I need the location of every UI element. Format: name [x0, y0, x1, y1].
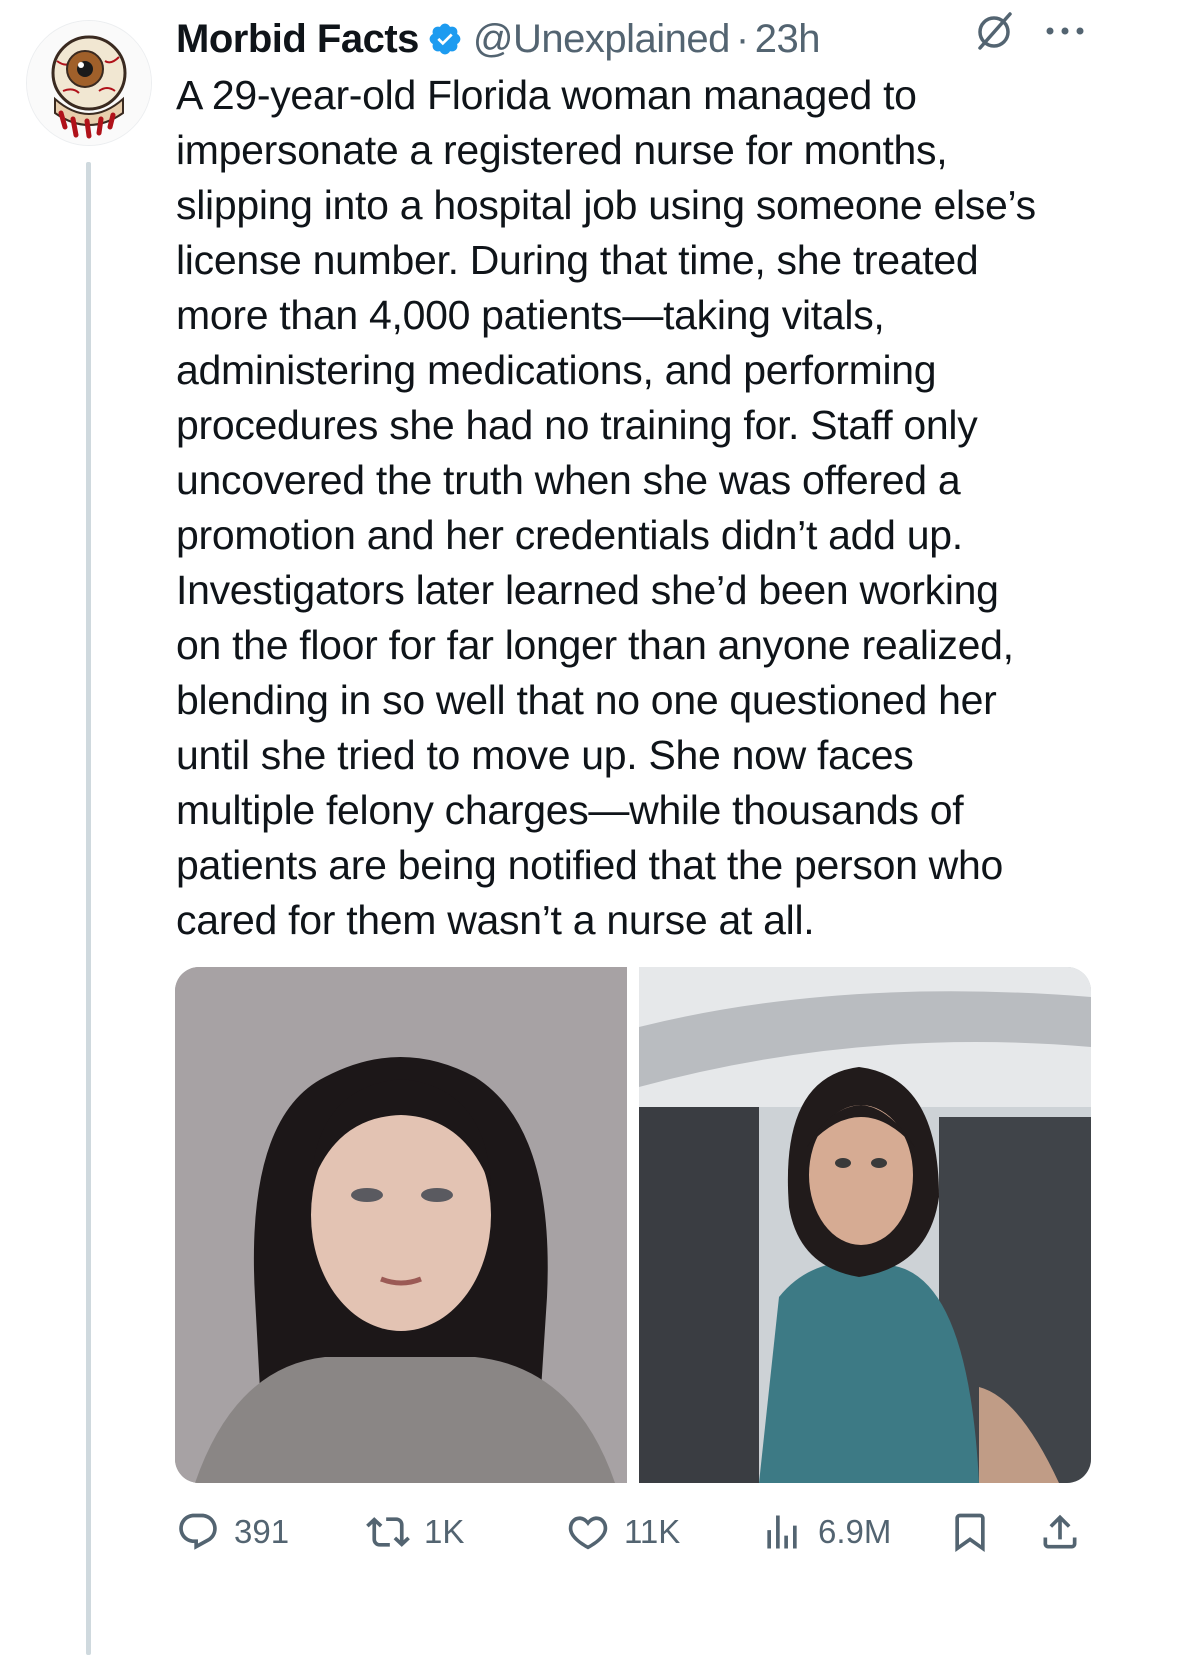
- views-button[interactable]: 6.9M: [760, 1502, 891, 1562]
- like-count: 11K: [624, 1513, 681, 1550]
- author-name[interactable]: Morbid Facts: [176, 17, 419, 62]
- bookmark-icon: [955, 1513, 985, 1553]
- repost-icon: [366, 1517, 410, 1547]
- author-handle[interactable]: @Unexplained: [473, 17, 731, 62]
- thread-line: [86, 162, 91, 1655]
- repost-button[interactable]: 1K: [366, 1502, 464, 1562]
- like-button[interactable]: 11K: [566, 1502, 680, 1562]
- heart-icon: [568, 1516, 608, 1550]
- verified-badge-icon[interactable]: [427, 21, 463, 57]
- media-grid: [175, 967, 1091, 1483]
- author-avatar[interactable]: [26, 20, 152, 146]
- share-icon: [1043, 1514, 1077, 1549]
- repost-count: 1K: [424, 1513, 465, 1550]
- more-options-icon[interactable]: [1042, 16, 1088, 46]
- share-button[interactable]: [1038, 1502, 1096, 1562]
- reply-count: 391: [234, 1513, 290, 1550]
- mugshot-image: [175, 967, 627, 1483]
- views-chart-icon: [767, 1515, 797, 1549]
- eyeball-icon: [27, 21, 151, 145]
- tweet-header: Morbid Facts @Unexplained · 23h: [176, 12, 1166, 66]
- post-time[interactable]: 23h: [755, 17, 821, 62]
- mugshot-photo[interactable]: [175, 967, 627, 1483]
- tweet-text: A 29-year-old Florida woman managed to i…: [176, 72, 1036, 943]
- reply-button[interactable]: 391: [176, 1502, 289, 1562]
- car-photo[interactable]: [639, 967, 1091, 1483]
- grok-icon[interactable]: [972, 8, 1016, 52]
- bookmark-button[interactable]: [948, 1502, 1006, 1562]
- separator-dot: ·: [735, 16, 749, 61]
- reply-icon: [179, 1513, 217, 1550]
- view-count: 6.9M: [818, 1513, 892, 1550]
- car-image: [639, 967, 1091, 1483]
- action-bar: 391 1K 11K 6.9M: [176, 1502, 1096, 1562]
